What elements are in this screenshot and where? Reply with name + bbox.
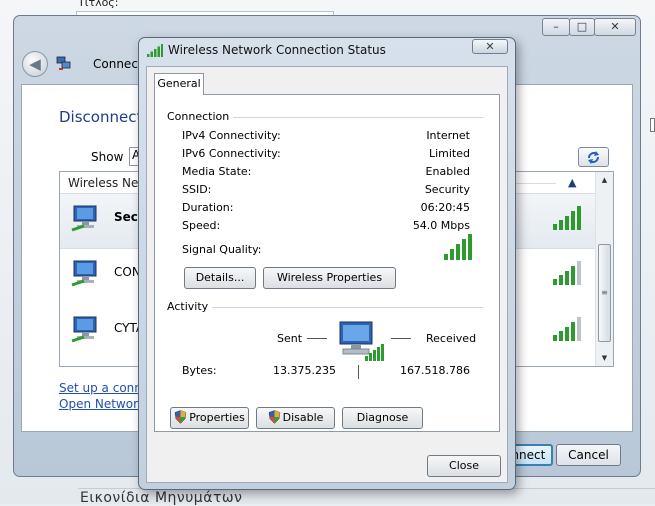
activity-group-label: Activity: [167, 300, 213, 313]
network-computer-icon: [71, 260, 97, 287]
background-title-label: Τίτλος:: [78, 0, 119, 9]
media-state-label: Media State:: [182, 165, 252, 178]
received-label: Received: [426, 332, 477, 345]
activity-group-divider: [167, 307, 483, 308]
wireless-status-dialog: Wireless Network Connection Status ✕ Gen…: [138, 37, 516, 490]
scroll-down-arrow-icon[interactable]: ▼: [596, 350, 613, 366]
scroll-thumb[interactable]: ≡: [598, 244, 611, 342]
network-app-icon: [56, 56, 71, 70]
speed-label: Speed:: [182, 219, 221, 232]
signal-strength-icon: [147, 44, 163, 57]
sent-dash: [307, 338, 327, 339]
properties-button[interactable]: Properties: [170, 407, 249, 429]
scroll-up-arrow-icon[interactable]: ▲: [596, 172, 613, 188]
maximize-button[interactable]: □: [569, 18, 595, 36]
properties-button-label: Properties: [189, 411, 245, 424]
window-close-button[interactable]: ✕: [594, 18, 636, 36]
refresh-button[interactable]: [578, 147, 609, 167]
general-tab-panel: [154, 94, 500, 432]
ssid-value: Security: [424, 183, 470, 196]
dialog-title: Wireless Network Connection Status: [168, 43, 386, 57]
network-activity-icon: [339, 321, 384, 361]
network-computer-icon: [71, 316, 97, 343]
ipv4-value: Internet: [426, 129, 470, 142]
signal-quality-label: Signal Quality:: [182, 243, 262, 256]
back-arrow-icon[interactable]: ◀: [22, 51, 48, 77]
signal-strength-icon: [553, 261, 581, 285]
details-button[interactable]: Details...: [184, 267, 256, 289]
wireless-properties-button[interactable]: Wireless Properties: [263, 267, 396, 289]
minimize-button[interactable]: –: [542, 18, 570, 36]
background-edge-control[interactable]: [650, 118, 655, 132]
disable-button-label: Disable: [282, 411, 324, 424]
collapse-chevron-icon[interactable]: ▲: [568, 176, 576, 189]
signal-strength-icon: [553, 206, 581, 230]
bytes-received-value: 167.518.786: [400, 364, 470, 377]
cancel-button[interactable]: Cancel: [556, 444, 621, 466]
refresh-icon: [588, 151, 599, 164]
ipv6-value: Limited: [428, 147, 470, 160]
duration-value: 06:20:45: [420, 201, 470, 214]
bytes-separator: [358, 365, 359, 379]
uac-shield-icon: [174, 410, 187, 424]
sent-label: Sent: [277, 332, 303, 345]
signal-strength-icon: [553, 317, 581, 341]
bytes-sent-value: 13.375.235: [273, 364, 336, 377]
show-label: Show: [91, 150, 124, 164]
connection-group-label: Connection: [167, 110, 234, 123]
close-button[interactable]: Close: [427, 455, 501, 477]
uac-shield-icon: [268, 410, 280, 424]
ssid-label: SSID:: [182, 183, 212, 196]
media-state-value: Enabled: [425, 165, 470, 178]
received-dash: [391, 338, 411, 339]
network-list-scrollbar[interactable]: ▲ ≡ ▼: [595, 172, 613, 366]
tab-general[interactable]: General: [154, 73, 204, 95]
ipv6-label: IPv6 Connectivity:: [182, 147, 281, 160]
signal-quality-icon: [444, 234, 472, 260]
speed-value: 54.0 Mbps: [412, 219, 470, 232]
network-computer-icon: [71, 205, 97, 232]
diagnose-button[interactable]: Diagnose: [342, 407, 423, 429]
bytes-label: Bytes:: [182, 364, 217, 377]
disable-button[interactable]: Disable: [256, 407, 335, 429]
ipv4-label: IPv4 Connectivity:: [182, 129, 281, 142]
dialog-close-icon[interactable]: ✕: [472, 39, 508, 54]
duration-label: Duration:: [182, 201, 234, 214]
